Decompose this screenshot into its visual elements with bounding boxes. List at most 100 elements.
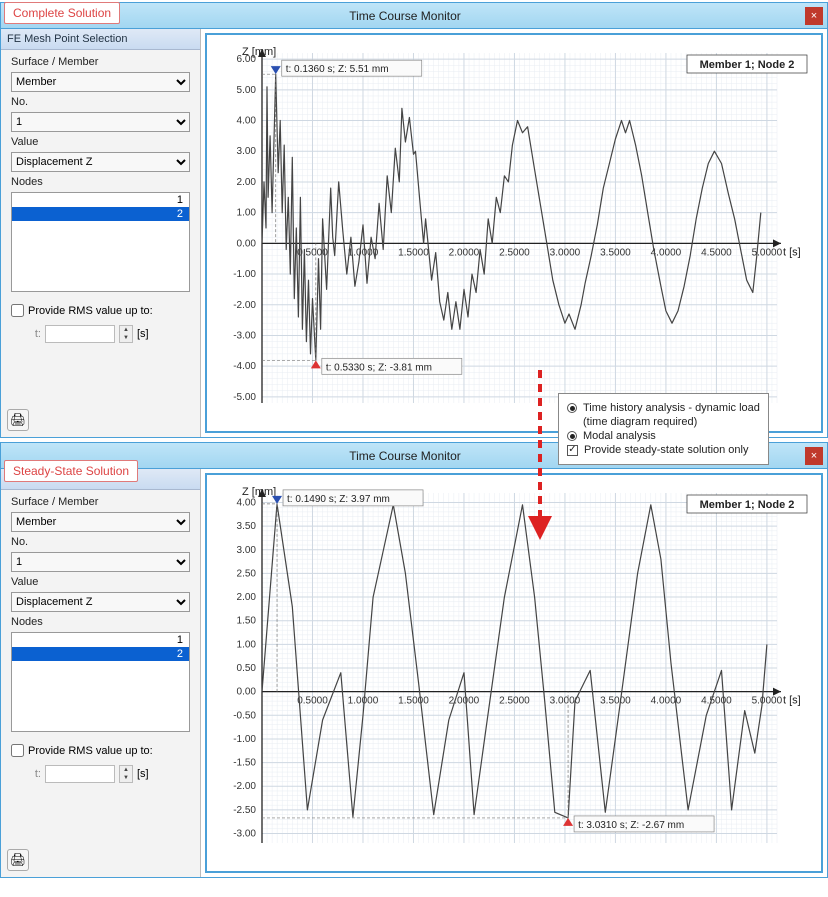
svg-text:0.00: 0.00 — [237, 238, 257, 249]
svg-text:-1.00: -1.00 — [233, 269, 256, 280]
window-title: Time Course Monitor — [5, 9, 805, 23]
checkbox-rms[interactable] — [11, 744, 24, 757]
spinner-t[interactable]: ▲▼ — [119, 325, 133, 343]
svg-text:4.5000: 4.5000 — [701, 696, 732, 707]
svg-text:-2.00: -2.00 — [233, 781, 256, 792]
label-t-unit: [s] — [137, 768, 149, 780]
node-item-selected[interactable]: 2 — [12, 647, 189, 661]
svg-text:1.5000: 1.5000 — [398, 696, 429, 707]
input-t[interactable] — [45, 325, 115, 343]
window-complete: Time Course Monitor × FE Mesh Point Sele… — [0, 2, 828, 438]
radio-time-history[interactable] — [567, 403, 577, 413]
svg-text:0.50: 0.50 — [237, 663, 257, 674]
svg-text:-1.50: -1.50 — [233, 758, 256, 769]
select-value[interactable]: Displacement Z — [11, 592, 190, 612]
node-item-selected[interactable]: 2 — [12, 207, 189, 221]
spinner-t[interactable]: ▲▼ — [119, 765, 133, 783]
svg-text:-1.00: -1.00 — [233, 734, 256, 745]
label-opt2: Modal analysis — [583, 430, 656, 442]
label-t: t: — [11, 328, 41, 340]
svg-text:t [s]: t [s] — [783, 246, 801, 258]
svg-text:Member 1; Node 2: Member 1; Node 2 — [700, 499, 795, 511]
label-value: Value — [11, 136, 190, 148]
svg-text:1.00: 1.00 — [237, 208, 257, 219]
svg-text:-2.00: -2.00 — [233, 300, 256, 311]
radio-modal[interactable] — [567, 431, 577, 441]
svg-text:2.00: 2.00 — [237, 177, 257, 188]
svg-text:Z [mm]: Z [mm] — [242, 46, 276, 58]
svg-text:-0.50: -0.50 — [233, 710, 256, 721]
svg-text:t: 0.5330 s; Z: -3.81 mm: t: 0.5330 s; Z: -3.81 mm — [326, 362, 432, 373]
svg-text:-2.50: -2.50 — [233, 805, 256, 816]
label-no: No. — [11, 536, 190, 548]
chart-complete: 0.50001.00001.50002.00002.50003.00003.50… — [205, 33, 823, 433]
svg-text:Z [mm]: Z [mm] — [242, 486, 276, 498]
svg-text:Member 1; Node 2: Member 1; Node 2 — [700, 59, 795, 71]
node-item[interactable]: 1 — [12, 193, 189, 207]
printer-icon: 🖨 — [10, 412, 27, 428]
svg-text:4.00: 4.00 — [237, 497, 257, 508]
chart-steady: 0.50001.00001.50002.00002.50003.00003.50… — [205, 473, 823, 873]
label-no: No. — [11, 96, 190, 108]
svg-text:3.0000: 3.0000 — [550, 696, 581, 707]
svg-text:1.00: 1.00 — [237, 639, 257, 650]
label-opt3: Provide steady-state solution only — [584, 444, 748, 456]
label-t: t: — [11, 768, 41, 780]
checkbox-rms[interactable] — [11, 304, 24, 317]
svg-text:-3.00: -3.00 — [233, 330, 256, 341]
svg-text:-5.00: -5.00 — [233, 392, 256, 403]
select-value[interactable]: Displacement Z — [11, 152, 190, 172]
svg-text:3.50: 3.50 — [237, 521, 257, 532]
svg-text:t: 3.0310 s; Z: -2.67 mm: t: 3.0310 s; Z: -2.67 mm — [578, 820, 684, 831]
svg-text:2.50: 2.50 — [237, 568, 257, 579]
svg-text:1.5000: 1.5000 — [398, 247, 429, 258]
svg-text:0.00: 0.00 — [237, 687, 257, 698]
svg-text:4.5000: 4.5000 — [701, 247, 732, 258]
node-item[interactable]: 1 — [12, 633, 189, 647]
label-rms: Provide RMS value up to: — [28, 305, 153, 317]
svg-text:0.5000: 0.5000 — [297, 696, 328, 707]
select-no[interactable]: 1 — [11, 552, 190, 572]
label-opt1-sub: (time diagram required) — [583, 416, 697, 428]
svg-text:t: 0.1490 s; Z: 3.97 mm: t: 0.1490 s; Z: 3.97 mm — [287, 494, 390, 505]
node-listbox[interactable]: 1 2 — [11, 632, 190, 732]
svg-text:3.00: 3.00 — [237, 146, 257, 157]
svg-text:-3.00: -3.00 — [233, 829, 256, 840]
svg-text:4.0000: 4.0000 — [651, 696, 682, 707]
svg-text:3.0000: 3.0000 — [550, 247, 581, 258]
sidebar: FE Mesh Point Selection Surface / Member… — [1, 29, 201, 437]
svg-text:3.5000: 3.5000 — [600, 696, 631, 707]
svg-text:4.00: 4.00 — [237, 116, 257, 127]
select-no[interactable]: 1 — [11, 112, 190, 132]
svg-text:2.5000: 2.5000 — [499, 247, 530, 258]
sidebar: FE Mesh Point Selection Surface / Member… — [1, 469, 201, 877]
heading-complete: Complete Solution — [4, 2, 120, 24]
svg-text:2.00: 2.00 — [237, 592, 257, 603]
svg-text:3.5000: 3.5000 — [600, 247, 631, 258]
close-button[interactable]: × — [805, 447, 823, 465]
label-surface-member: Surface / Member — [11, 56, 190, 68]
checkbox-steady[interactable]: ✓ — [567, 445, 578, 456]
svg-text:3.00: 3.00 — [237, 545, 257, 556]
input-t[interactable] — [45, 765, 115, 783]
print-button[interactable]: 🖨 — [7, 849, 29, 871]
analysis-options-box: Time history analysis - dynamic load (ti… — [558, 393, 769, 465]
svg-text:-4.00: -4.00 — [233, 361, 256, 372]
svg-text:5.00: 5.00 — [237, 85, 257, 96]
svg-text:5.0000: 5.0000 — [752, 696, 783, 707]
close-button[interactable]: × — [805, 7, 823, 25]
select-surface-member[interactable]: Member — [11, 512, 190, 532]
svg-text:2.0000: 2.0000 — [449, 247, 480, 258]
select-surface-member[interactable]: Member — [11, 72, 190, 92]
svg-text:t: 0.1360 s; Z: 5.51 mm: t: 0.1360 s; Z: 5.51 mm — [286, 64, 389, 75]
label-surface-member: Surface / Member — [11, 496, 190, 508]
label-nodes: Nodes — [11, 176, 190, 188]
label-value: Value — [11, 576, 190, 588]
print-button[interactable]: 🖨 — [7, 409, 29, 431]
heading-steady: Steady-State Solution — [4, 460, 138, 482]
label-opt1: Time history analysis - dynamic load — [583, 402, 760, 414]
window-steady: Time Course Monitor × FE Mesh Point Sele… — [0, 442, 828, 878]
label-nodes: Nodes — [11, 616, 190, 628]
node-listbox[interactable]: 1 2 — [11, 192, 190, 292]
titlebar: Time Course Monitor × — [1, 3, 827, 29]
